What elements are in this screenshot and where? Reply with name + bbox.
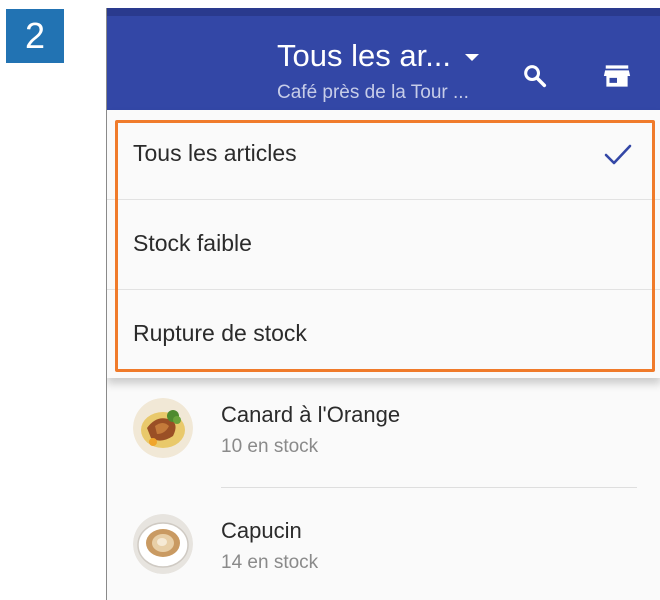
item-name: Capucin bbox=[221, 518, 302, 543]
store-icon bbox=[603, 65, 631, 87]
item-thumbnail bbox=[133, 398, 193, 458]
list-item[interactable]: Canard à l'Orange 10 en stock bbox=[107, 378, 660, 494]
menu-item-label: Rupture de stock bbox=[133, 320, 307, 346]
step-number: 2 bbox=[24, 15, 46, 56]
search-button[interactable] bbox=[515, 56, 555, 96]
checkmark-icon bbox=[604, 144, 632, 165]
search-icon bbox=[524, 65, 547, 88]
filter-dropdown-menu: Tous les articles Stock faible Rupture d… bbox=[107, 110, 660, 378]
store-button[interactable] bbox=[597, 56, 637, 96]
step-badge: 2 bbox=[6, 9, 64, 63]
page: 2 Tous les ar... Café près de la Tour ..… bbox=[0, 0, 660, 600]
inventory-list: Canard à l'Orange 10 en stock Capucin 14… bbox=[107, 378, 660, 600]
menu-item-rupture-de-stock[interactable]: Rupture de stock bbox=[107, 290, 660, 380]
list-item[interactable]: Capucin 14 en stock bbox=[107, 494, 660, 600]
item-name: Canard à l'Orange bbox=[221, 402, 401, 427]
title-row: Tous les ar... bbox=[277, 38, 507, 74]
app-subtitle: Café près de la Tour ... bbox=[277, 82, 469, 103]
menu-item-stock-faible[interactable]: Stock faible bbox=[107, 200, 660, 290]
filter-dropdown-toggle[interactable]: Tous les ar... Café près de la Tour ... bbox=[277, 38, 507, 104]
menu-item-tous-les-articles[interactable]: Tous les articles bbox=[107, 110, 660, 200]
phone-screen: Tous les ar... Café près de la Tour ... bbox=[106, 8, 660, 600]
item-stock: 14 en stock bbox=[221, 552, 319, 573]
divider bbox=[221, 487, 637, 488]
app-bar: Tous les ar... Café près de la Tour ... bbox=[107, 8, 660, 110]
menu-item-label: Stock faible bbox=[133, 230, 252, 256]
app-title: Tous les ar... bbox=[277, 38, 452, 73]
caret-down-icon bbox=[465, 53, 480, 61]
item-thumbnail bbox=[133, 514, 193, 574]
menu-item-label: Tous les articles bbox=[133, 140, 297, 166]
item-stock: 10 en stock bbox=[221, 436, 319, 457]
